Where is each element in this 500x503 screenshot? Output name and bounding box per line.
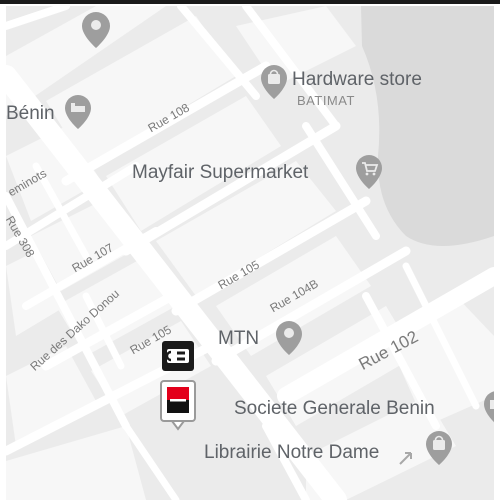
bank-pin-icon[interactable] <box>482 390 494 426</box>
librairie-notre-dame-label[interactable]: Librairie Notre Dame <box>204 443 379 462</box>
one-way-arrow-icon <box>399 452 412 465</box>
map-screenshot: Hardware store BATIMAT Bénin Mayfair Sup… <box>0 0 500 503</box>
hardware-store-label[interactable]: Hardware store <box>292 70 422 89</box>
mtn-label[interactable]: MTN <box>218 329 259 348</box>
societe-generale-marker-icon[interactable] <box>160 380 196 432</box>
mayfair-supermarket-label[interactable]: Mayfair Supermarket <box>132 163 308 182</box>
shopping-bag-pin-icon[interactable] <box>259 64 289 100</box>
credit-card-cb-icon[interactable] <box>161 340 195 372</box>
map-view[interactable]: Hardware store BATIMAT Bénin Mayfair Sup… <box>6 6 494 500</box>
hotel-pin-icon[interactable] <box>63 94 93 130</box>
shopping-cart-pin-icon[interactable] <box>354 154 384 190</box>
societe-generale-label[interactable]: Societe Generale Benin <box>234 399 435 418</box>
benin-hotel-label[interactable]: Bénin <box>6 104 55 123</box>
hardware-store-sublabel: BATIMAT <box>297 93 355 108</box>
top-border <box>0 0 500 4</box>
place-pin-icon[interactable] <box>274 320 304 356</box>
shopping-bag-pin-icon-2[interactable] <box>424 430 454 466</box>
